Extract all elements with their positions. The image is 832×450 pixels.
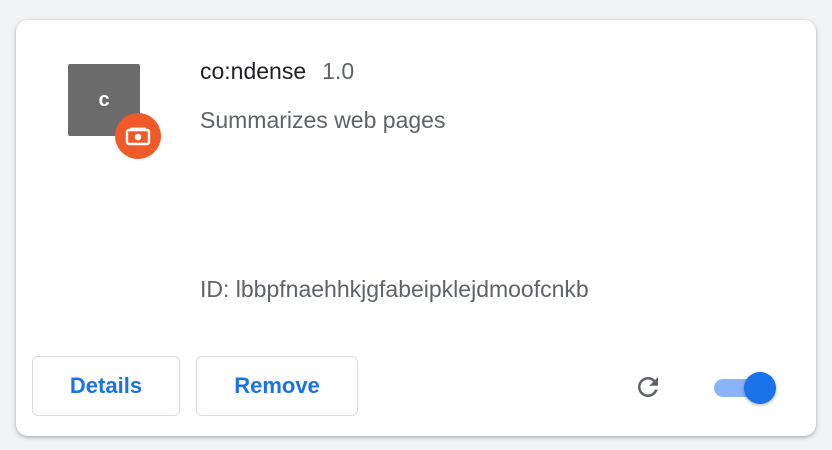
- unpacked-extension-badge-icon: [115, 113, 161, 159]
- enable-toggle[interactable]: [712, 371, 776, 405]
- extension-name: co:ndense: [200, 58, 307, 84]
- details-button[interactable]: Details: [32, 356, 180, 416]
- extension-card: c co:ndense 1.0 Summarizes web pages ID:…: [16, 20, 816, 436]
- badge-glyph-icon: [125, 127, 151, 146]
- extension-version: 1.0: [322, 58, 355, 84]
- extension-title-row: co:ndense 1.0: [200, 58, 354, 85]
- extension-description: Summarizes web pages: [200, 107, 446, 133]
- reload-icon[interactable]: [630, 369, 666, 405]
- remove-button[interactable]: Remove: [196, 356, 358, 416]
- extension-icon-letter: c: [98, 88, 110, 111]
- extension-icon-group: c: [68, 64, 164, 160]
- extension-id: ID: lbbpfnaehhkjgfabeipklejdmoofcnkb: [200, 276, 589, 302]
- reload-glyph-icon: [638, 377, 658, 397]
- toggle-knob: [744, 372, 776, 404]
